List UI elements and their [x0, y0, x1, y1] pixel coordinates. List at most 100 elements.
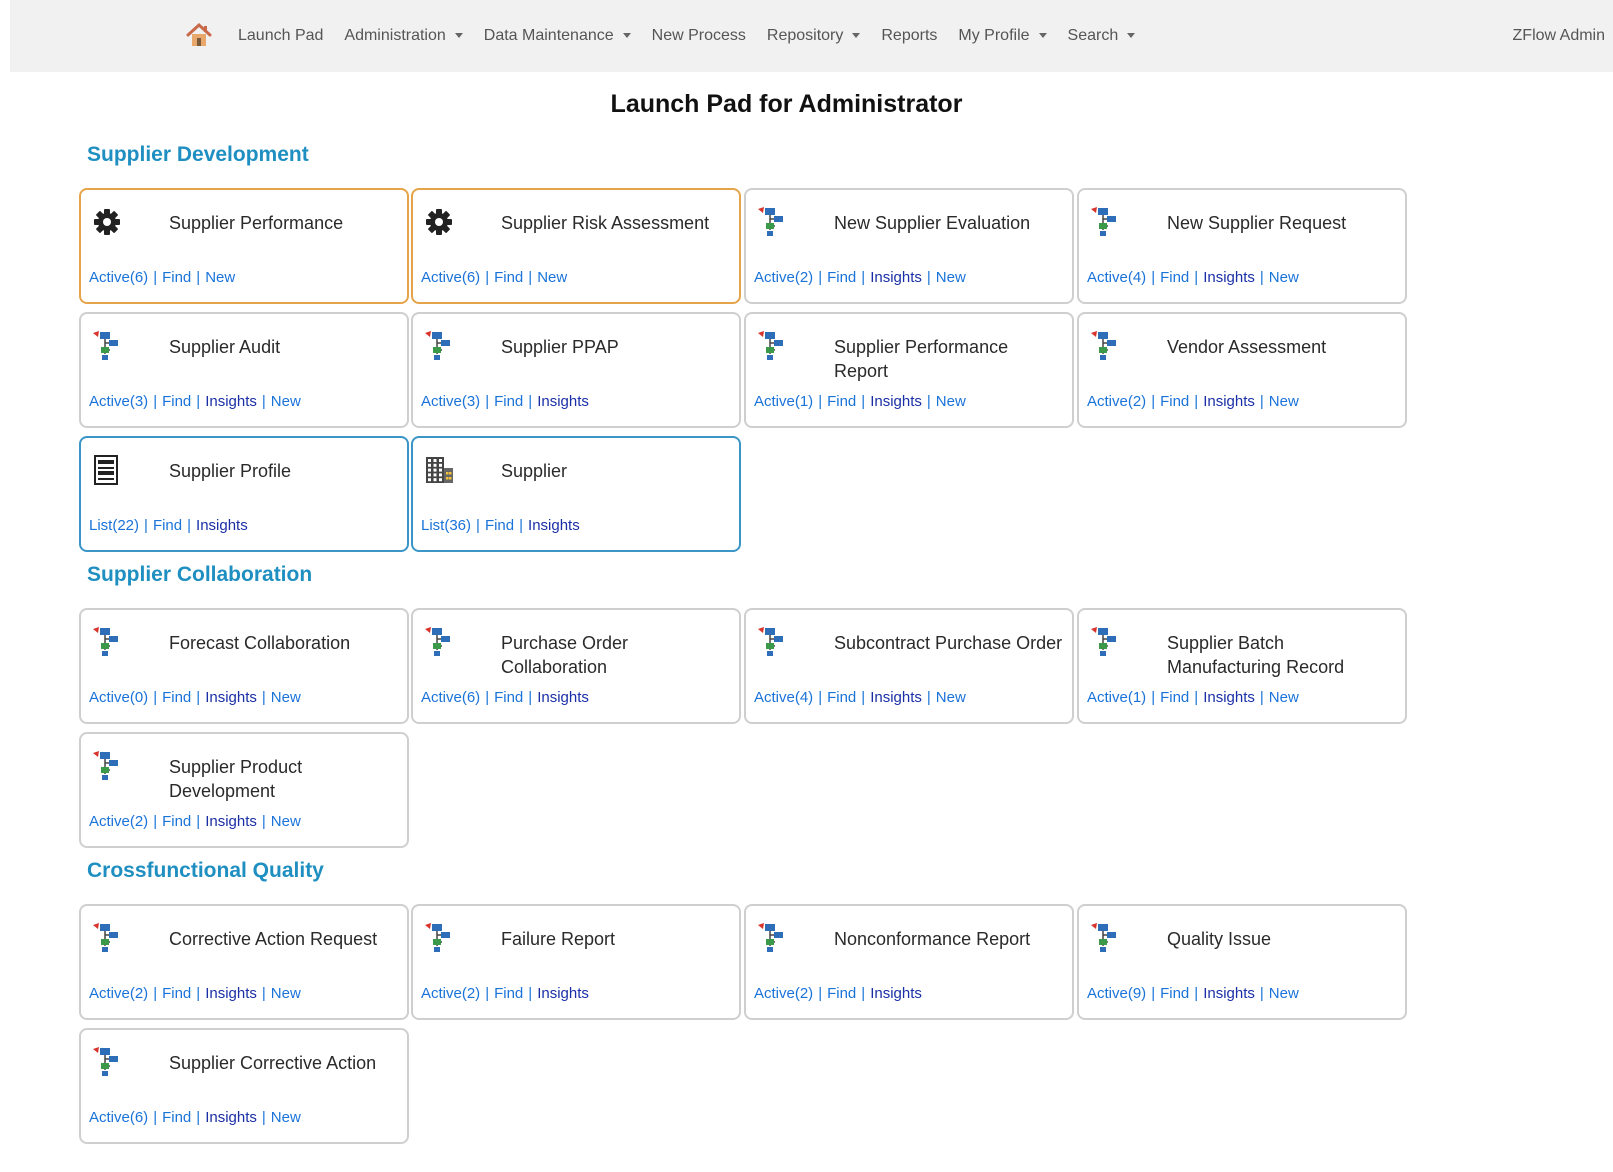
- active-link[interactable]: Active(2): [421, 985, 480, 1002]
- home-icon[interactable]: [184, 20, 214, 50]
- new-link[interactable]: New: [271, 813, 301, 830]
- active-link[interactable]: Active(2): [754, 985, 813, 1002]
- card-quality-issue[interactable]: Quality Issue Active(9) | Find | Insights | New: [1077, 904, 1407, 1020]
- nav-item-reports[interactable]: Reports: [881, 27, 937, 45]
- insights-link[interactable]: Insights: [1203, 393, 1255, 410]
- active-link[interactable]: Active(2): [89, 813, 148, 830]
- active-link[interactable]: Active(6): [89, 1109, 148, 1126]
- nav-item-new-process[interactable]: New Process: [652, 27, 746, 45]
- insights-link[interactable]: Insights: [528, 517, 580, 534]
- card-new-supplier-evaluation[interactable]: New Supplier Evaluation Active(2) | Find | In…: [744, 188, 1074, 304]
- active-link[interactable]: Active(3): [421, 393, 480, 410]
- card-vendor-assessment[interactable]: Vendor Assessment Active(2) | Find | Insights…: [1077, 312, 1407, 428]
- card-supplier-corrective-action[interactable]: Supplier Corrective Action Active(6) | Find…: [79, 1028, 409, 1144]
- insights-link[interactable]: Insights: [537, 689, 589, 706]
- list-link[interactable]: List(36): [421, 517, 471, 534]
- find-link[interactable]: Find: [494, 393, 523, 410]
- new-link[interactable]: New: [537, 269, 567, 286]
- card-supplier-product-development[interactable]: Supplier Product Development Active(2) | Fi…: [79, 732, 409, 848]
- active-link[interactable]: Active(0): [89, 689, 148, 706]
- find-link[interactable]: Find: [827, 985, 856, 1002]
- active-link[interactable]: Active(1): [754, 393, 813, 410]
- new-link[interactable]: New: [1269, 985, 1299, 1002]
- active-link[interactable]: Active(9): [1087, 985, 1146, 1002]
- insights-link[interactable]: Insights: [870, 689, 922, 706]
- active-link[interactable]: Active(6): [421, 689, 480, 706]
- card-supplier-risk-assessment[interactable]: Supplier Risk Assessment Active(6) | Find | N…: [411, 188, 741, 304]
- card-supplier-ppap[interactable]: Supplier PPAP Active(3) | Find | Insights: [411, 312, 741, 428]
- active-link[interactable]: Active(1): [1087, 689, 1146, 706]
- find-link[interactable]: Find: [162, 393, 191, 410]
- find-link[interactable]: Find: [1160, 985, 1189, 1002]
- find-link[interactable]: Find: [827, 269, 856, 286]
- insights-link[interactable]: Insights: [870, 985, 922, 1002]
- nav-item-administration[interactable]: Administration: [344, 27, 463, 45]
- find-link[interactable]: Find: [485, 517, 514, 534]
- new-link[interactable]: New: [205, 269, 235, 286]
- nav-item-my-profile[interactable]: My Profile: [958, 27, 1047, 45]
- card-corrective-action-request[interactable]: Corrective Action Request Active(2) | Find |…: [79, 904, 409, 1020]
- find-link[interactable]: Find: [827, 393, 856, 410]
- card-purchase-order-collaboration[interactable]: Purchase Order Collaboration Active(6) | Fi…: [411, 608, 741, 724]
- new-link[interactable]: New: [1269, 393, 1299, 410]
- card-supplier-audit[interactable]: Supplier Audit Active(3) | Find | Insights | Ne…: [79, 312, 409, 428]
- insights-link[interactable]: Insights: [205, 985, 257, 1002]
- new-link[interactable]: New: [271, 985, 301, 1002]
- active-link[interactable]: Active(3): [89, 393, 148, 410]
- active-link[interactable]: Active(6): [421, 269, 480, 286]
- card-supplier-profile[interactable]: Supplier Profile List(22) | Find | Insights: [79, 436, 409, 552]
- active-link[interactable]: Active(4): [754, 689, 813, 706]
- new-link[interactable]: New: [936, 393, 966, 410]
- new-link[interactable]: New: [271, 1109, 301, 1126]
- active-link[interactable]: Active(6): [89, 269, 148, 286]
- active-link[interactable]: Active(4): [1087, 269, 1146, 286]
- find-link[interactable]: Find: [162, 689, 191, 706]
- insights-link[interactable]: Insights: [205, 1109, 257, 1126]
- insights-link[interactable]: Insights: [196, 517, 248, 534]
- insights-link[interactable]: Insights: [205, 689, 257, 706]
- find-link[interactable]: Find: [494, 689, 523, 706]
- card-subcontract-purchase-order[interactable]: Subcontract Purchase Order Active(4) | Find…: [744, 608, 1074, 724]
- find-link[interactable]: Find: [1160, 269, 1189, 286]
- insights-link[interactable]: Insights: [537, 985, 589, 1002]
- new-link[interactable]: New: [936, 269, 966, 286]
- new-link[interactable]: New: [1269, 269, 1299, 286]
- insights-link[interactable]: Insights: [870, 393, 922, 410]
- active-link[interactable]: Active(2): [754, 269, 813, 286]
- insights-link[interactable]: Insights: [205, 393, 257, 410]
- insights-link[interactable]: Insights: [1203, 269, 1255, 286]
- insights-link[interactable]: Insights: [537, 393, 589, 410]
- nav-item-search[interactable]: Search: [1068, 27, 1136, 45]
- card-new-supplier-request[interactable]: New Supplier Request Active(4) | Find | Insig…: [1077, 188, 1407, 304]
- card-forecast-collaboration[interactable]: Forecast Collaboration Active(0) | Find | Ins…: [79, 608, 409, 724]
- list-link[interactable]: List(22): [89, 517, 139, 534]
- find-link[interactable]: Find: [162, 813, 191, 830]
- new-link[interactable]: New: [936, 689, 966, 706]
- find-link[interactable]: Find: [153, 517, 182, 534]
- find-link[interactable]: Find: [162, 269, 191, 286]
- new-link[interactable]: New: [271, 393, 301, 410]
- find-link[interactable]: Find: [494, 985, 523, 1002]
- active-link[interactable]: Active(2): [89, 985, 148, 1002]
- card-supplier-performance[interactable]: Supplier Performance Active(6) | Find | New: [79, 188, 409, 304]
- find-link[interactable]: Find: [162, 1109, 191, 1126]
- card-nonconformance-report[interactable]: Nonconformance Report Active(2) | Find | Insi…: [744, 904, 1074, 1020]
- insights-link[interactable]: Insights: [1203, 985, 1255, 1002]
- nav-item-repository[interactable]: Repository: [767, 27, 861, 45]
- insights-link[interactable]: Insights: [870, 269, 922, 286]
- find-link[interactable]: Find: [1160, 689, 1189, 706]
- new-link[interactable]: New: [271, 689, 301, 706]
- new-link[interactable]: New: [1269, 689, 1299, 706]
- insights-link[interactable]: Insights: [1203, 689, 1255, 706]
- user-menu[interactable]: ZFlow Admin: [1513, 0, 1605, 72]
- nav-item-launch-pad[interactable]: Launch Pad: [238, 27, 323, 45]
- card-supplier-batch-manufacturing-record[interactable]: Supplier Batch Manufacturing Record Activ…: [1077, 608, 1407, 724]
- nav-item-data-maintenance[interactable]: Data Maintenance: [484, 27, 631, 45]
- active-link[interactable]: Active(2): [1087, 393, 1146, 410]
- card-supplier-performance-report[interactable]: Supplier Performance Report Active(1) | Fin…: [744, 312, 1074, 428]
- find-link[interactable]: Find: [494, 269, 523, 286]
- card-failure-report[interactable]: Failure Report Active(2) | Find | Insights: [411, 904, 741, 1020]
- insights-link[interactable]: Insights: [205, 813, 257, 830]
- find-link[interactable]: Find: [162, 985, 191, 1002]
- card-supplier[interactable]: Supplier List(36) | Find | Insights: [411, 436, 741, 552]
